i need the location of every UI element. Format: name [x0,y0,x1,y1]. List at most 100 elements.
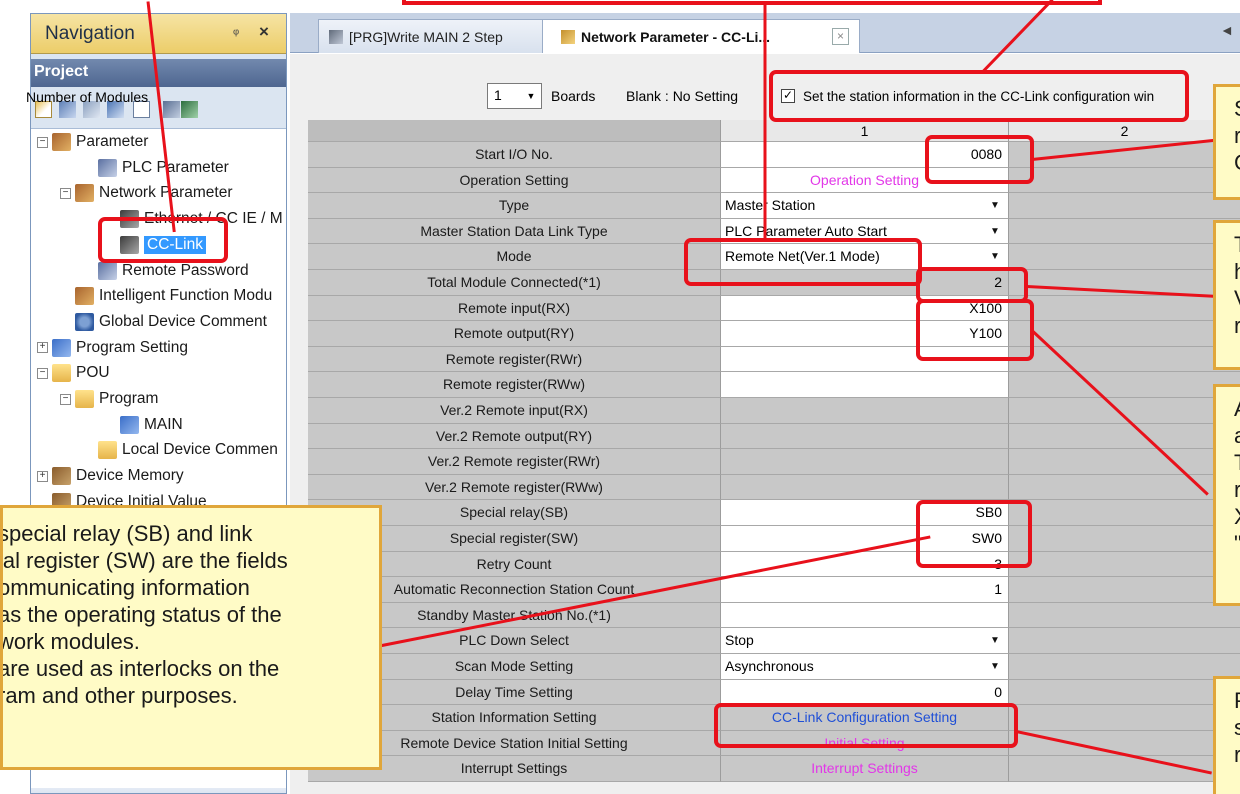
tree-item-label: Device Memory [76,467,184,485]
expand-icon[interactable]: + [37,470,48,482]
table-row: Ver.2 Remote output(RY) [308,423,1240,450]
parameter-module-2-cell [1009,295,1240,322]
tree-item[interactable]: + Device Memory [37,464,184,488]
parameter-module-2-cell [1009,705,1240,731]
callout-text-line: T [1234,449,1240,476]
callout-text-line: r [1234,476,1240,503]
callout-special-relay: special relay (SB) and link ial register … [0,505,382,770]
tree-item[interactable]: − Parameter [37,130,148,154]
collapse-icon[interactable]: − [37,367,48,379]
parameter-value[interactable] [721,372,1009,398]
tab-program-main[interactable]: [PRG]Write MAIN 2 Step [318,19,543,53]
filter-dropdown-icon[interactable] [181,101,198,118]
chevron-down-icon[interactable]: ▼ [987,654,1003,679]
parameter-label: Type [308,193,721,219]
tree-item-label: Network Parameter [99,184,233,202]
program-icon [329,29,343,44]
tree-item-label: Program [99,390,159,407]
modules-label: Number of Modules [26,89,149,105]
parameter-module-2-cell [1009,244,1240,270]
tree-item-label: POU [76,364,110,382]
gear-icon [75,312,94,331]
callout-text-line: C [1234,149,1240,176]
tree-item[interactable]: Global Device Comment [60,310,267,334]
folder-icon [52,364,71,383]
parameter-select[interactable]: Asynchronous ▼ [721,654,1009,680]
highlight-mode [684,238,922,286]
callout-text-line: V [1234,285,1240,312]
pin-icon[interactable]: ᵠ [233,25,239,41]
parameter-select[interactable]: Stop ▼ [721,628,1009,654]
parameter-label: Mode [308,244,721,270]
parameter-label: Total Module Connected(*1) [308,270,721,296]
callout-text-line: r [1234,741,1240,768]
callout-text-line: S [1234,95,1240,122]
parameter-value[interactable]: 0 [721,679,1009,706]
tree-item[interactable]: MAIN [105,413,183,437]
close-icon[interactable]: × [259,22,269,42]
parameter-value[interactable] [721,602,1009,629]
collapse-icon[interactable]: − [60,393,71,405]
parameter-value-text: 0 [994,683,1002,700]
modules-count-select[interactable]: 1 ▼ [487,83,542,109]
parameter-label: Ver.2 Remote input(RX) [308,398,721,424]
tree-item[interactable]: − Program [60,387,158,411]
navigation-title: Navigation [45,23,135,44]
parameter-value-text: Operation Setting [810,171,919,188]
table-row: Ver.2 Remote register(RWr) [308,449,1240,475]
tab-scroll-left-icon[interactable]: ◄ [1220,22,1234,38]
table-row: Interrupt Settings Interrupt Settings [308,756,1240,782]
highlight-station-info-checkbox [769,70,1189,122]
boards-label: Boards [551,88,596,104]
module-options-row: Number of Modules [26,85,148,109]
callout-text-line: " [1234,530,1240,557]
highlight-special-relay-register [916,500,1032,568]
parameter-label: Ver.2 Remote register(RWr) [308,449,721,475]
parameter-value [721,474,1009,501]
tree-item[interactable]: Local Device Commen [83,438,278,462]
tree-item[interactable]: − POU [37,361,110,385]
tab-close-icon[interactable]: × [832,28,849,45]
table-row: Operation Setting Operation Setting [308,167,1240,194]
chevron-down-icon[interactable]: ▼ [987,193,1003,218]
tree-item[interactable]: − Network Parameter [60,181,233,205]
parameter-link-button[interactable]: Interrupt Settings [721,756,1009,782]
parameter-module-2-cell [1009,449,1240,475]
table-row: Special relay(SB) SB0 [308,500,1240,526]
chevron-down-icon[interactable]: ▼ [987,628,1003,653]
chevron-down-icon: ▼ [526,91,536,101]
tree-item-label: Local Device Commen [122,441,278,459]
chevron-down-icon[interactable]: ▼ [987,219,1003,244]
parameter-value-text: Interrupt Settings [811,760,918,777]
sort-icon[interactable] [163,101,180,118]
table-row: Remote input(RX) X100 [308,295,1240,322]
callout-text-line: special relay (SB) and link [0,521,253,546]
leader-line-mode [763,1,767,242]
parameter-value[interactable]: 1 [721,577,1009,603]
collapse-icon[interactable]: − [37,136,48,148]
highlight-config-setting [714,703,1018,748]
parameter-module-2-cell [1009,628,1240,654]
callout-text-line: r [1234,122,1240,149]
parameter-module-2-cell [1009,500,1240,526]
parameter-value [721,449,1009,475]
parameter-label: Master Station Data Link Type [308,218,721,245]
parameter-module-2-cell [1009,756,1240,782]
collapse-icon[interactable]: − [60,187,71,199]
expand-icon[interactable]: + [37,342,48,354]
parameter-module-2-cell [1009,346,1240,373]
callout-text-line: are used as interlocks on the [0,656,280,681]
tree-item[interactable]: + Program Setting [37,336,188,360]
parameter-value-text: Master Station [725,197,816,214]
mem-icon [52,467,71,486]
chevron-down-icon[interactable]: ▼ [987,244,1003,269]
highlight-remote-io [916,299,1034,361]
param-icon [75,287,94,306]
param-icon [52,133,71,151]
tree-item[interactable]: Intelligent Function Modu [60,284,272,308]
parameter-label: Operation Setting [308,167,721,194]
param-icon [75,184,94,203]
connection-destination-tab[interactable]: Connection Destination [31,788,286,793]
tab-network-parameter[interactable]: Network Parameter - CC-Li... × [542,19,860,53]
tree-item[interactable]: PLC Parameter [83,156,229,180]
